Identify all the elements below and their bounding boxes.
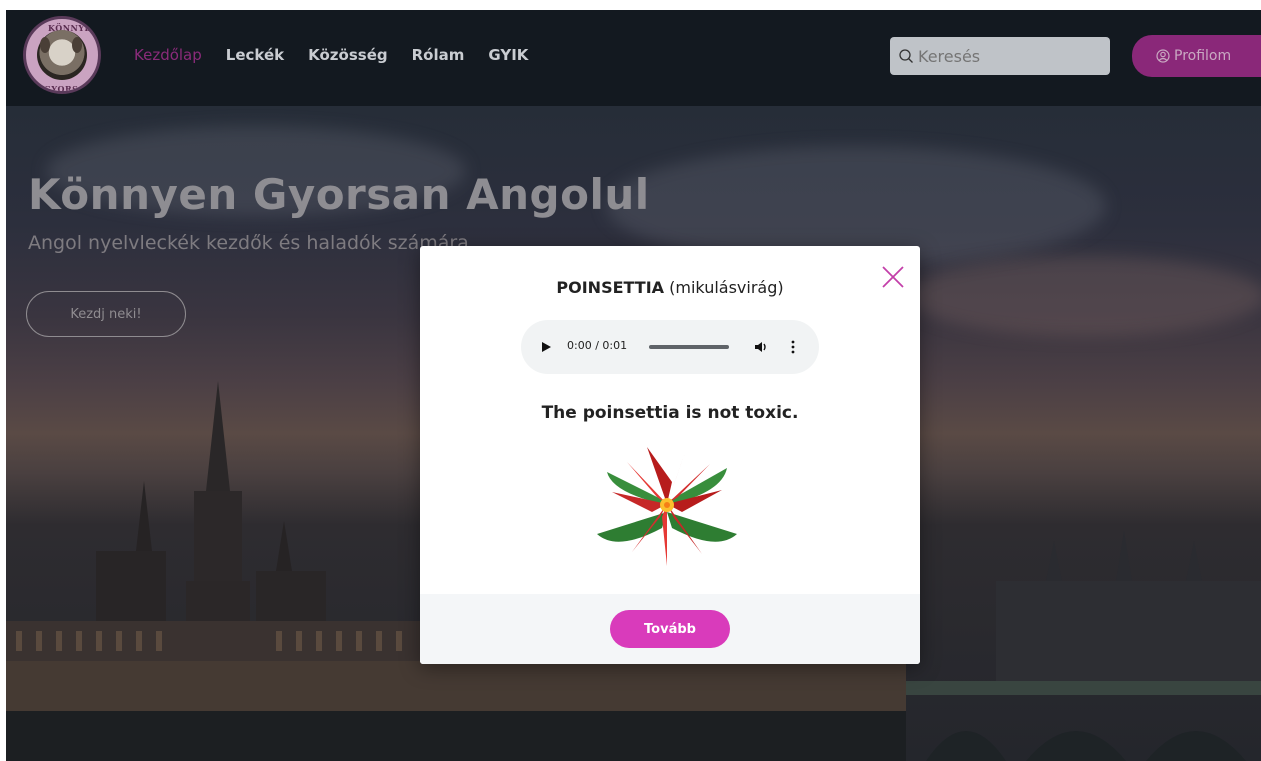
- audio-time: 0:00 / 0:01: [567, 339, 628, 352]
- hero-subtitle: Angol nyelvleckék kezdők és haladók szám…: [28, 232, 469, 254]
- cloud: [906, 256, 1261, 336]
- audio-player: 0:00 / 0:01: [521, 320, 819, 374]
- modal-title: POINSETTIA (mikulásvirág): [420, 278, 920, 297]
- audio-progress-bar[interactable]: [649, 345, 729, 349]
- top-navbar: KÖNNYEN GYORSAN ANGOLUL Kezdőlap Leckék …: [6, 10, 1261, 106]
- vocab-translation: (mikulásvirág): [669, 278, 784, 297]
- search-input[interactable]: [918, 46, 1098, 66]
- nav-link-faq[interactable]: GYIK: [488, 46, 528, 64]
- nav-link-lessons[interactable]: Leckék: [226, 46, 284, 64]
- start-button[interactable]: Kezdj neki!: [26, 291, 186, 337]
- nav-link-community[interactable]: Közösség: [308, 46, 387, 64]
- dog-ear-left: [40, 37, 50, 53]
- poinsettia-image: [597, 447, 737, 566]
- word-modal: POINSETTIA (mikulásvirág) 0:00 / 0:01 Th…: [420, 246, 920, 664]
- nav-link-about[interactable]: Rólam: [412, 46, 465, 64]
- example-sentence: The poinsettia is not toxic.: [541, 403, 799, 423]
- next-button[interactable]: Tovább: [610, 610, 730, 648]
- site-logo[interactable]: KÖNNYEN GYORSAN ANGOLUL: [23, 16, 101, 94]
- play-icon[interactable]: [539, 340, 553, 354]
- more-options-icon[interactable]: [789, 339, 797, 355]
- volume-icon[interactable]: [753, 339, 769, 355]
- dog-ear-right: [72, 37, 82, 53]
- modal-footer: Tovább: [420, 594, 920, 664]
- vocab-word: POINSETTIA: [556, 278, 665, 297]
- logo-bottom-text: GYORSAN ANGOLUL: [44, 84, 93, 94]
- search-box[interactable]: [890, 37, 1110, 75]
- hero-title: Könnyen Gyorsan Angolul: [28, 170, 650, 219]
- profile-button-label: Profilom: [1174, 48, 1232, 64]
- search-icon: [899, 49, 913, 63]
- main-nav: Kezdőlap Leckék Közösség Rólam GYIK: [134, 46, 552, 64]
- profile-button[interactable]: Profilom: [1132, 35, 1261, 77]
- user-icon: [1156, 49, 1170, 63]
- nav-link-home[interactable]: Kezdőlap: [134, 46, 202, 64]
